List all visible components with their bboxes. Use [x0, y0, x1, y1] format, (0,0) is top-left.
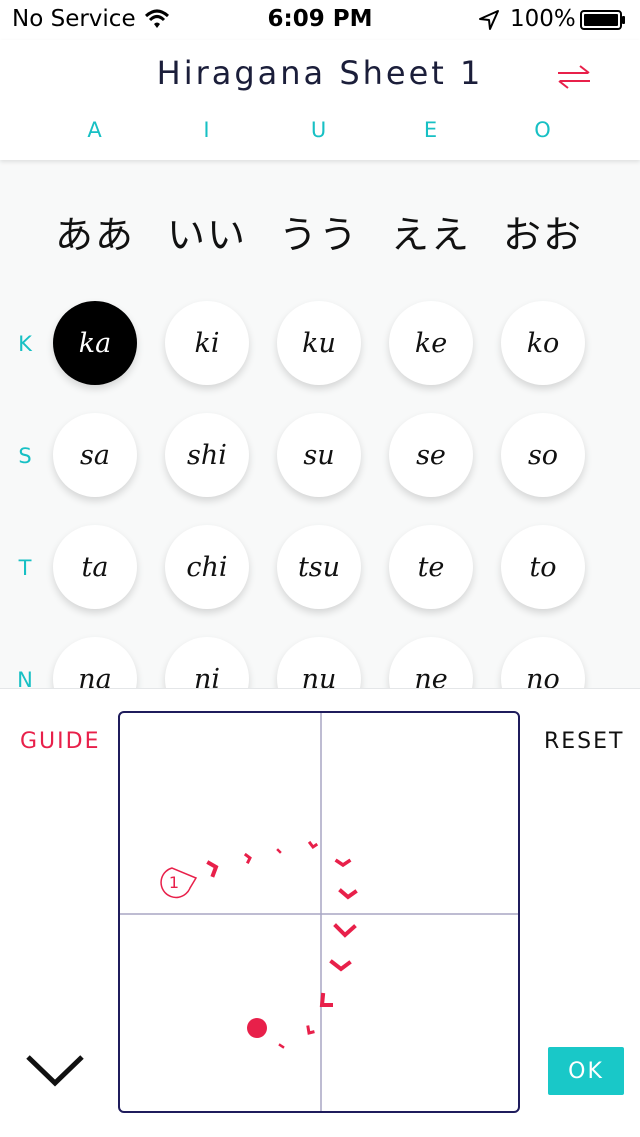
- syllable-button-te[interactable]: te: [389, 525, 473, 609]
- syllable-button-shi[interactable]: shi: [165, 413, 249, 497]
- syllable-button-ki[interactable]: ki: [165, 301, 249, 385]
- location-arrow-icon: [479, 10, 499, 30]
- syllable-button-tsu[interactable]: tsu: [277, 525, 361, 609]
- reset-button[interactable]: RESET: [544, 729, 625, 754]
- swap-arrows-icon[interactable]: [556, 64, 592, 90]
- syllable-button-chi[interactable]: chi: [165, 525, 249, 609]
- status-bar: No Service 6:09 PM 100%: [0, 0, 640, 40]
- stroke-number: 1: [169, 873, 179, 892]
- syllable-button-su[interactable]: su: [277, 413, 361, 497]
- kana-o: おお: [502, 213, 583, 257]
- syllable-button-ta[interactable]: ta: [53, 525, 137, 609]
- battery-percent: 100%: [510, 6, 576, 32]
- row-label-t: T: [18, 556, 32, 580]
- syllable-button-so[interactable]: so: [501, 413, 585, 497]
- syllable-button-no[interactable]: no: [501, 637, 585, 688]
- stroke-guide: 1: [120, 713, 518, 1111]
- syllable-button-ke[interactable]: ke: [389, 301, 473, 385]
- kana-a: ああ: [54, 213, 135, 257]
- practice-panel: GUIDE RESET 1 OK: [0, 688, 640, 1137]
- row-label-k: K: [18, 332, 32, 356]
- vowel-e: E: [423, 118, 439, 142]
- syllable-button-sa[interactable]: sa: [53, 413, 137, 497]
- nav-header: Hiragana Sheet 1 A I U E O: [0, 40, 640, 160]
- row-label-s: S: [18, 444, 32, 468]
- guide-button[interactable]: GUIDE: [20, 729, 100, 754]
- vowel-a: A: [87, 118, 103, 142]
- vowel-o: O: [534, 118, 552, 142]
- stroke-arrows: [206, 840, 358, 1049]
- kana-header-row: ああ いい うう ええ おお: [0, 204, 640, 264]
- syllable-button-na[interactable]: na: [53, 637, 137, 688]
- syllable-grid: ああ いい うう ええ おお K ka ki ku ke ko S sa shi…: [0, 160, 640, 688]
- chevron-down-icon[interactable]: [24, 1051, 86, 1091]
- syllable-button-ku[interactable]: ku: [277, 301, 361, 385]
- syllable-button-to[interactable]: to: [501, 525, 585, 609]
- drawing-canvas[interactable]: 1: [118, 711, 520, 1113]
- syllable-button-ko[interactable]: ko: [501, 301, 585, 385]
- syllable-button-ne[interactable]: ne: [389, 637, 473, 688]
- syllable-button-nu[interactable]: nu: [277, 637, 361, 688]
- syllable-button-ni[interactable]: ni: [165, 637, 249, 688]
- stroke-end-dot: [247, 1018, 267, 1038]
- stroke-number-marker: 1: [160, 867, 198, 899]
- vowel-i: I: [203, 118, 211, 142]
- vowel-header: A I U E O: [0, 118, 640, 142]
- ok-button[interactable]: OK: [548, 1047, 624, 1095]
- syllable-button-se[interactable]: se: [389, 413, 473, 497]
- syllable-button-ka[interactable]: ka: [53, 301, 137, 385]
- vowel-u: U: [310, 118, 328, 142]
- kana-e: ええ: [390, 213, 471, 257]
- battery-icon: [580, 10, 625, 30]
- row-label-n: N: [17, 668, 33, 688]
- kana-i: いい: [166, 213, 247, 257]
- kana-u: うう: [278, 213, 359, 257]
- page-title: Hiragana Sheet 1: [156, 54, 484, 92]
